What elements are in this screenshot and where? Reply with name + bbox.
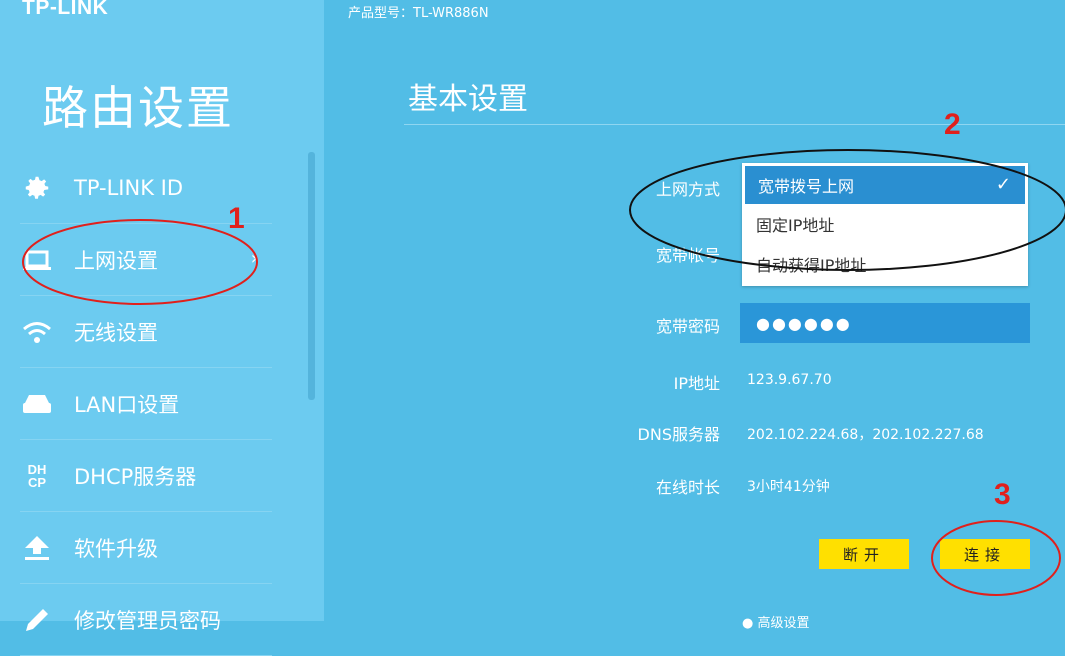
advanced-settings-link[interactable]: ● 高级设置 <box>742 612 809 631</box>
sidebar-item-label: 上网设置 <box>74 248 158 273</box>
sidebar-item-label: 软件升级 <box>74 536 158 561</box>
sidebar: TP-LINK 路由设置 TP-LINK ID 上网设置 › 无线设置 LAN口… <box>0 0 324 656</box>
broadband-password-label: 宽带密码 <box>655 317 720 336</box>
sidebar-item-label: DHCP服务器 <box>74 464 197 489</box>
laptop-icon <box>20 243 54 277</box>
dhcp-icon: DH CP <box>27 461 47 490</box>
sidebar-item-label: TP-LINK ID <box>74 175 184 200</box>
dns-server-value: 202.102.224.68，202.102.227.68 <box>747 427 984 443</box>
broadband-account-label: 宽带帐号 <box>655 246 720 265</box>
product-model: 产品型号：TL-WR886N <box>348 6 489 21</box>
sidebar-item-lan-settings[interactable]: LAN口设置 <box>20 368 272 440</box>
sidebar-item-change-admin-password[interactable]: 修改管理员密码 <box>20 584 272 656</box>
dns-server-label: DNS服务器 <box>637 425 720 444</box>
online-duration-value: 3小时41分钟 <box>747 479 830 495</box>
sidebar-item-wireless-settings[interactable]: 无线设置 <box>20 296 272 368</box>
sidebar-item-software-upgrade[interactable]: 软件升级 <box>20 512 272 584</box>
online-duration-label: 在线时长 <box>655 478 720 497</box>
disconnect-button[interactable]: 断开 <box>819 539 909 569</box>
lan-icon <box>20 387 54 421</box>
connection-type-label: 上网方式 <box>655 180 720 199</box>
page-title: 基本设置 <box>408 82 528 117</box>
sidebar-title: 路由设置 <box>42 81 234 135</box>
pencil-icon <box>20 603 54 637</box>
wifi-icon <box>20 315 54 349</box>
sidebar-scrollbar[interactable] <box>308 152 315 400</box>
main-panel: 产品型号：TL-WR886N 基本设置 上网方式 宽带帐号 宽带密码 IP地址 … <box>324 0 1065 631</box>
broadband-password-input[interactable]: ●●●●●● <box>740 303 1030 343</box>
sidebar-item-label: 无线设置 <box>74 320 158 345</box>
annotation-number-3: 3 <box>994 478 1011 511</box>
dropdown-option-static-ip[interactable]: 固定IP地址 <box>742 204 1028 244</box>
annotation-number-2: 2 <box>944 108 961 141</box>
title-divider <box>404 124 1065 125</box>
ip-address-label: IP地址 <box>673 374 720 393</box>
connect-button[interactable]: 连接 <box>940 539 1030 569</box>
tp-link-logo: TP-LINK <box>22 0 109 19</box>
sidebar-item-label: 修改管理员密码 <box>74 608 221 633</box>
dropdown-option-dhcp[interactable]: 自动获得IP地址 <box>742 244 1028 284</box>
checkmark-icon: ✓ <box>995 174 1011 195</box>
annotation-number-1: 1 <box>228 202 245 235</box>
connection-type-dropdown[interactable]: 宽带拨号上网 ✓ 固定IP地址 自动获得IP地址 <box>742 163 1028 286</box>
ip-address-value: 123.9.67.70 <box>747 372 832 388</box>
chevron-right-icon: › <box>250 248 258 269</box>
gear-icon <box>20 171 54 205</box>
upload-icon <box>20 531 54 565</box>
sidebar-item-label: LAN口设置 <box>74 392 180 417</box>
sidebar-item-dhcp-server[interactable]: DH CP DHCP服务器 <box>20 440 272 512</box>
dropdown-option-pppoe[interactable]: 宽带拨号上网 ✓ <box>745 166 1025 204</box>
